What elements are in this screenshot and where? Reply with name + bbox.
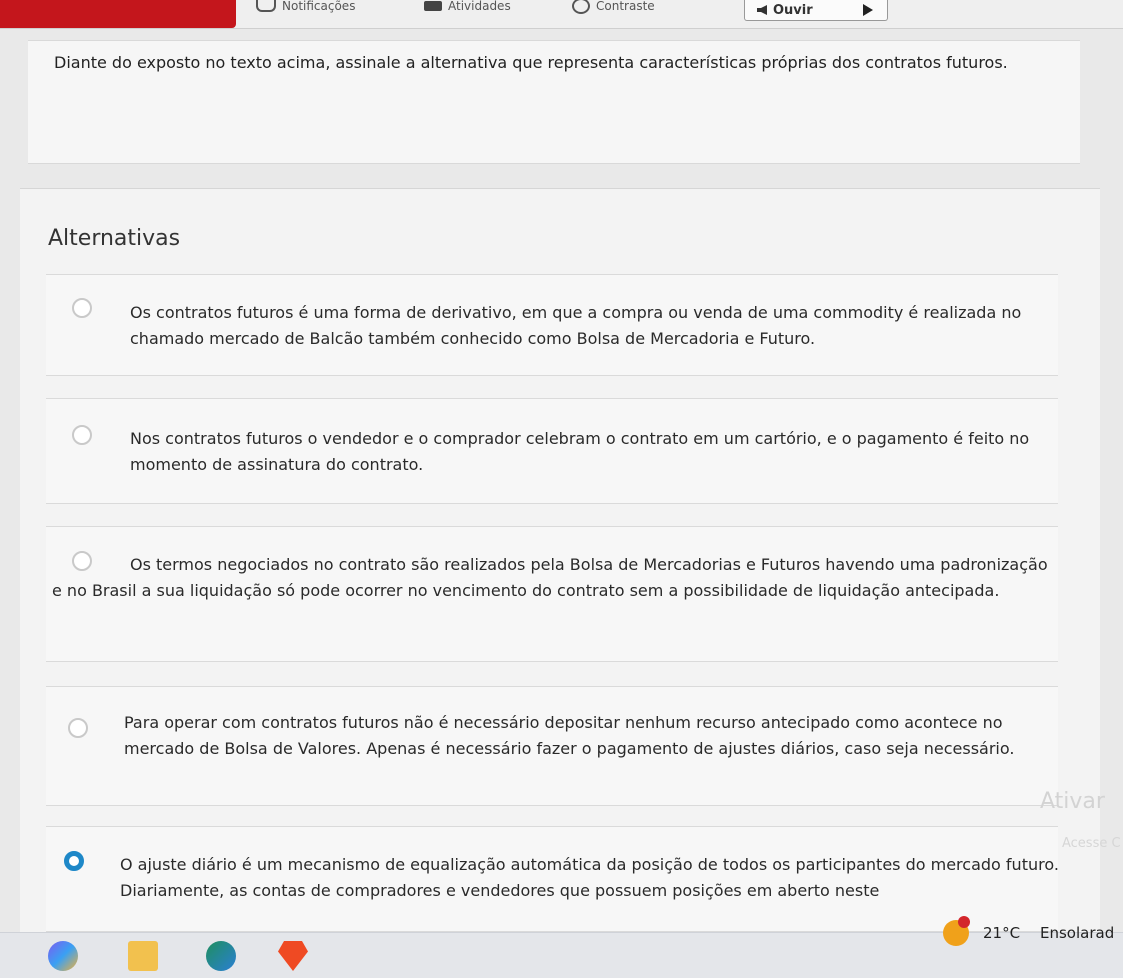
speaker-icon bbox=[757, 5, 767, 15]
file-explorer-icon[interactable] bbox=[128, 941, 158, 971]
question-card: Diante do exposto no texto acima, assina… bbox=[28, 40, 1080, 164]
listen-label: Ouvir bbox=[773, 2, 813, 18]
copilot-icon[interactable] bbox=[48, 941, 78, 971]
bell-icon bbox=[256, 0, 276, 12]
weather-alert-badge bbox=[958, 916, 970, 928]
option-b-text: Nos contratos futuros o vendedor e o com… bbox=[130, 429, 1030, 474]
option-d-radio[interactable] bbox=[68, 718, 88, 738]
activate-windows-subtext: Acesse C bbox=[1062, 836, 1121, 851]
edge-browser-icon[interactable] bbox=[206, 941, 236, 971]
option-d-text: Para operar com contratos futuros não é … bbox=[124, 713, 1015, 758]
option-e-radio[interactable] bbox=[64, 851, 84, 871]
brave-browser-icon[interactable] bbox=[278, 941, 308, 971]
book-icon bbox=[424, 1, 442, 11]
contrast-icon bbox=[572, 0, 590, 14]
notifications-button[interactable]: Notificações bbox=[256, 0, 356, 13]
weather-condition[interactable]: Ensolarad bbox=[1040, 924, 1114, 942]
activities-button[interactable]: Atividades bbox=[424, 0, 511, 13]
option-c-text: Os termos negociados no contrato são rea… bbox=[52, 555, 1048, 600]
contrast-button[interactable]: Contraste bbox=[572, 0, 655, 14]
listen-button[interactable]: Ouvir bbox=[744, 0, 888, 21]
activate-windows-watermark: Ativar bbox=[1040, 789, 1105, 814]
brand-tab[interactable] bbox=[0, 0, 236, 28]
weather-temperature[interactable]: 21°C bbox=[983, 924, 1020, 942]
alternatives-title: Alternativas bbox=[48, 226, 181, 251]
question-text: Diante do exposto no texto acima, assina… bbox=[54, 53, 1008, 72]
option-b-radio[interactable] bbox=[72, 425, 92, 445]
option-a-text: Os contratos futuros é uma forma de deri… bbox=[130, 303, 1022, 348]
notifications-label: Notificações bbox=[282, 0, 356, 13]
option-e-text: O ajuste diário é um mecanismo de equali… bbox=[120, 855, 1059, 900]
option-a-radio[interactable] bbox=[72, 298, 92, 318]
top-toolbar: Notificações Atividades Contraste Ouvir bbox=[0, 0, 1123, 29]
play-icon[interactable] bbox=[863, 4, 873, 16]
activities-label: Atividades bbox=[448, 0, 511, 13]
contrast-label: Contraste bbox=[596, 0, 655, 13]
